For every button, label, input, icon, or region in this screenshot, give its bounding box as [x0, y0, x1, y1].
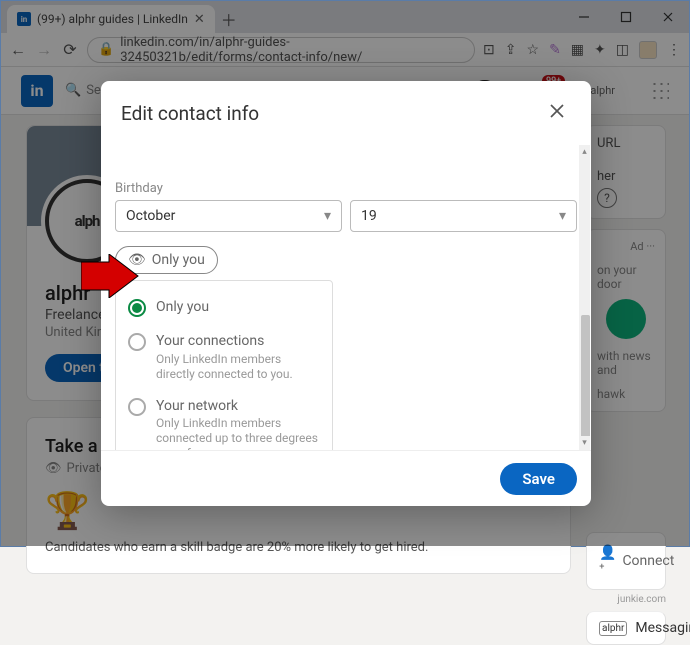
radio-selected-icon — [128, 299, 146, 317]
scroll-up-arrow[interactable]: ▴ — [579, 145, 590, 159]
junkie-text: junkie.com — [586, 594, 666, 605]
day-value: 19 — [361, 208, 377, 224]
radio-unselected-icon — [128, 398, 146, 416]
birthday-label: Birthday — [115, 181, 577, 196]
scrollbar-thumb[interactable] — [581, 315, 590, 450]
month-value: October — [126, 208, 175, 224]
modal-close-icon[interactable] — [543, 97, 571, 129]
visibility-dropdown: Only you Your connections Only LinkedIn … — [115, 280, 333, 450]
visibility-pill[interactable]: 👁 Only you — [115, 246, 218, 274]
messaging-partner: alphr — [599, 621, 627, 636]
eye-icon: 👁 — [128, 252, 146, 268]
opt-desc: Only LinkedIn members connected up to th… — [156, 416, 320, 450]
birthday-day-select[interactable]: 19 ▾ — [350, 200, 577, 232]
caret-down-icon: ▾ — [559, 208, 566, 224]
caret-down-icon: ▾ — [324, 208, 331, 224]
messaging-bar[interactable]: alphr Messaging — [586, 611, 666, 645]
birthday-month-select[interactable]: October ▾ — [115, 200, 342, 232]
visibility-option-network[interactable]: Your network Only LinkedIn members conne… — [116, 390, 332, 451]
edit-contact-info-modal: Edit contact info ▴ ▾ Birthday October ▾… — [101, 81, 591, 506]
connect-label: Connect — [622, 553, 674, 569]
opt-label: Your network — [156, 398, 320, 416]
opt-label: Only you — [156, 299, 209, 317]
radio-unselected-icon — [128, 333, 146, 351]
visibility-pill-label: Only you — [152, 252, 205, 268]
messaging-label: Messaging — [635, 620, 690, 636]
visibility-option-connections[interactable]: Your connections Only LinkedIn members d… — [116, 325, 332, 390]
opt-label: Your connections — [156, 333, 320, 351]
opt-desc: Only LinkedIn members directly connected… — [156, 352, 320, 382]
save-button[interactable]: Save — [500, 463, 577, 495]
scroll-down-arrow[interactable]: ▾ — [579, 436, 590, 450]
connect-icon: 👤⁺ — [599, 545, 616, 577]
modal-title: Edit contact info — [121, 102, 259, 125]
visibility-option-only-you[interactable]: Only you — [116, 291, 332, 325]
